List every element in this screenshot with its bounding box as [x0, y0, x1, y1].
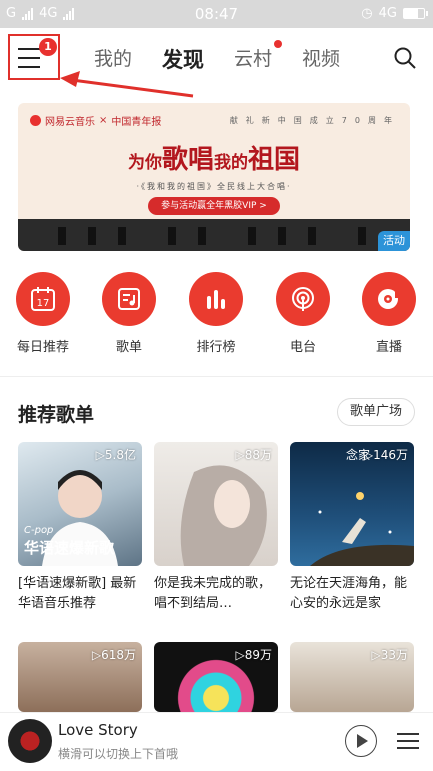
playlist-cover: ▷5.8亿 C-pop 华语速爆新歌 — [18, 442, 142, 566]
banner-headline: 为你歌唱我的祖国 — [18, 139, 410, 176]
playlist-card[interactable]: ▷618万 — [18, 642, 142, 712]
top-nav: 1 我的 发现 云村 视频 — [0, 28, 433, 98]
quick-radio-label: 电台 — [289, 340, 316, 355]
headline-part-1: 为你 — [127, 153, 162, 173]
tab-video[interactable]: 视频 — [302, 44, 340, 74]
play-icon[interactable] — [345, 725, 377, 757]
search-icon[interactable] — [393, 46, 417, 70]
banner-subtitle: ·《我和我的祖国》全民线上大合唱· — [136, 182, 292, 191]
banner-cta-button[interactable]: 参与活动赢全年黑胶VIP > — [148, 197, 280, 215]
podcast-icon — [276, 272, 330, 326]
playlist-card[interactable]: ▷33万 — [290, 642, 414, 712]
menu-badge: 1 — [39, 38, 57, 56]
cover-text: 华语速爆新歌 — [24, 539, 115, 557]
play-count: ▷33万 — [371, 648, 409, 662]
quick-playlist-label: 歌单 — [115, 340, 142, 355]
network-label-right: 4G — [378, 6, 397, 21]
playlist-cover: ▷618万 — [18, 642, 142, 712]
banner-tag: 活动 — [378, 231, 410, 251]
playlist-cover: ▷33万 — [290, 642, 414, 712]
tab-mine[interactable]: 我的 — [94, 44, 132, 74]
playlist-title: 你是我未完成的歌，唱不到结局… — [154, 576, 272, 611]
quick-radio[interactable]: 电台 — [263, 272, 343, 355]
song-title: Love Story — [58, 721, 138, 739]
headline-part-3: 我的 — [214, 153, 248, 173]
playlist-title: [华语速爆新歌] 最新华语音乐推荐 — [18, 576, 137, 611]
quick-links: 17 每日推荐 歌单 排行榜 电台 直播 — [0, 272, 433, 368]
banner-brand: 网易云音乐 × 中国青年报 — [30, 113, 161, 128]
cover-text: 念家 — [346, 448, 371, 462]
play-count: ▷618万 — [91, 648, 136, 662]
netease-logo-icon — [30, 115, 41, 126]
play-count: ▷5.8亿 — [95, 448, 136, 462]
playlist-cover: ▷88万 — [154, 442, 278, 566]
cover-subtext: C-pop — [24, 525, 54, 536]
playlist-card[interactable]: ▷88万 你是我未完成的歌，唱不到结局… — [154, 442, 278, 614]
tab-discover[interactable]: 发现 — [162, 44, 204, 74]
banner-times-sign: × — [99, 115, 108, 126]
tab-cloud-village[interactable]: 云村 — [234, 40, 283, 74]
tab-cloud-village-label: 云村 — [234, 48, 273, 70]
notification-dot — [274, 40, 283, 48]
quick-charts[interactable]: 排行榜 — [176, 272, 256, 355]
section-title: 推荐歌单 — [18, 404, 95, 426]
promo-banner[interactable]: 网易云音乐 × 中国青年报 献礼新中国成立70周年 为你歌唱我的祖国 ·《我和我… — [18, 103, 410, 251]
playlist-cover: ▷89万 — [154, 642, 278, 712]
playlist-card[interactable]: ▷89万 — [154, 642, 278, 712]
alarm-icon: ◷ — [361, 6, 373, 21]
calendar-day: 17 — [37, 298, 50, 309]
playlist-queue-icon[interactable] — [397, 731, 419, 751]
banner-slogan: 献礼新中国成立70周年 — [229, 116, 400, 125]
quick-charts-label: 排行榜 — [196, 340, 236, 355]
battery-icon — [403, 8, 428, 19]
mini-player[interactable]: Love Story 横滑可以切换上下首哦 — [0, 712, 433, 771]
playlist-card[interactable]: ▷5.8亿 C-pop 华语速爆新歌 [华语速爆新歌] 最新华语音乐推荐 — [18, 442, 142, 614]
quick-playlist[interactable]: 歌单 — [89, 272, 169, 355]
headline-part-4: 祖国 — [248, 145, 301, 175]
quick-live-label: 直播 — [375, 340, 402, 355]
play-count: ▷89万 — [235, 648, 273, 662]
quick-daily[interactable]: 17 每日推荐 — [3, 272, 83, 355]
banner-brand-name: 网易云音乐 — [45, 117, 95, 128]
menu-button[interactable]: 1 — [8, 34, 60, 80]
swipe-hint: 横滑可以切换上下首哦 — [58, 747, 179, 761]
status-bar: G 4G 08:47 ◷ 4G — [0, 0, 433, 28]
calendar-icon: 17 — [16, 272, 70, 326]
quick-daily-label: 每日推荐 — [16, 340, 69, 355]
playlist-plaza-button[interactable]: 歌单广场 — [336, 398, 415, 426]
play-count: ▷88万 — [235, 448, 273, 462]
headline-part-2: 歌唱 — [161, 145, 214, 175]
playlist-icon — [102, 272, 156, 326]
playlist-cover: ▷146万 念家 — [290, 442, 414, 566]
section-divider — [0, 376, 433, 377]
piano-keys-illustration — [18, 219, 410, 251]
play-count: ▷146万 — [363, 448, 408, 462]
live-icon — [362, 272, 416, 326]
quick-live[interactable]: 直播 — [349, 272, 429, 355]
chart-bars-icon — [189, 272, 243, 326]
annotation-arrow-icon — [60, 71, 194, 98]
playlist-card[interactable]: ▷146万 念家 无论在天涯海角，能心安的永远是家 — [290, 442, 414, 614]
banner-partner: 中国青年报 — [111, 117, 162, 128]
tab-bar: 我的 发现 云村 视频 — [94, 40, 340, 74]
album-art — [8, 719, 52, 763]
playlist-title: 无论在天涯海角，能心安的永远是家 — [290, 576, 408, 611]
